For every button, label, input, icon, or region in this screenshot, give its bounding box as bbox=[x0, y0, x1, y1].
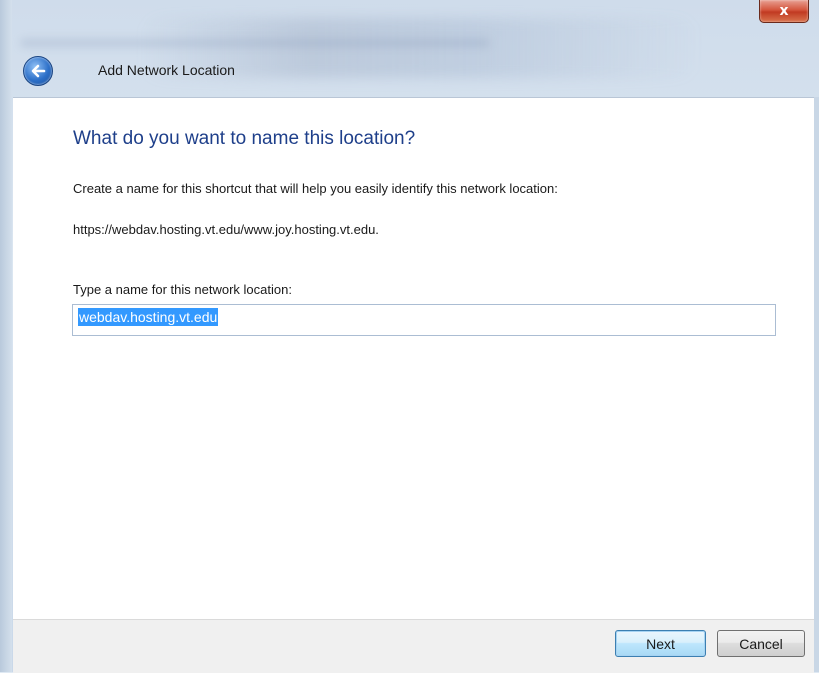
close-button[interactable]: x bbox=[759, 0, 809, 23]
window-right-edge bbox=[814, 97, 819, 672]
selected-input-text: webdav.hosting.vt.edu bbox=[78, 308, 219, 326]
window-title: Add Network Location bbox=[98, 62, 235, 78]
back-button[interactable] bbox=[23, 56, 53, 86]
back-arrow-icon bbox=[31, 64, 46, 78]
location-name-input[interactable]: webdav.hosting.vt.edu bbox=[72, 304, 776, 336]
window-left-edge bbox=[0, 0, 12, 672]
cancel-button[interactable]: Cancel bbox=[717, 630, 805, 657]
glass-background-streak bbox=[20, 38, 490, 48]
name-field-label: Type a name for this network location: bbox=[73, 282, 292, 297]
wizard-footer: Next Cancel bbox=[13, 619, 814, 673]
next-button[interactable]: Next bbox=[615, 630, 706, 657]
page-heading: What do you want to name this location? bbox=[73, 128, 416, 149]
close-icon: x bbox=[779, 3, 789, 19]
description-text: Create a name for this shortcut that wil… bbox=[73, 181, 558, 196]
network-location-url: https://webdav.hosting.vt.edu/www.joy.ho… bbox=[73, 222, 379, 237]
wizard-content: What do you want to name this location? … bbox=[13, 97, 814, 620]
